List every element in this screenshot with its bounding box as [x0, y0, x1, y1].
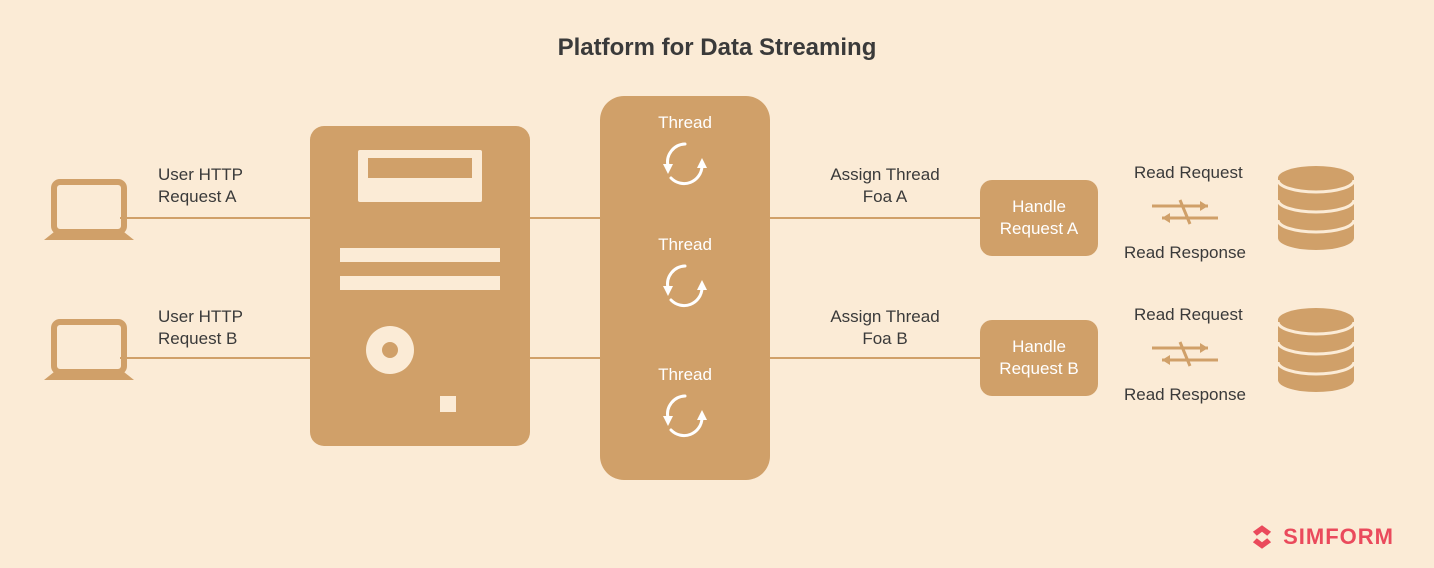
brand-logo: SIMFORM — [1249, 524, 1394, 550]
brand-text: SIMFORM — [1283, 524, 1394, 550]
handle-label-b: Handle Request B — [980, 336, 1098, 380]
laptop-icon-a — [44, 182, 134, 240]
thread-label-3: Thread — [600, 364, 770, 386]
thread-label-2: Thread — [600, 234, 770, 256]
diagram-svg — [0, 0, 1434, 568]
database-icon-b — [1278, 308, 1354, 392]
laptop-icon-b — [44, 322, 134, 380]
database-icon-a — [1278, 166, 1354, 250]
bidir-arrow-b — [1152, 342, 1218, 366]
handle-label-a: Handle Request A — [980, 196, 1098, 240]
brand-logo-icon — [1249, 524, 1275, 550]
thread-label-1: Thread — [600, 112, 770, 134]
bidir-arrow-a — [1152, 200, 1218, 224]
server-icon — [310, 126, 530, 446]
thread-container — [600, 96, 770, 480]
